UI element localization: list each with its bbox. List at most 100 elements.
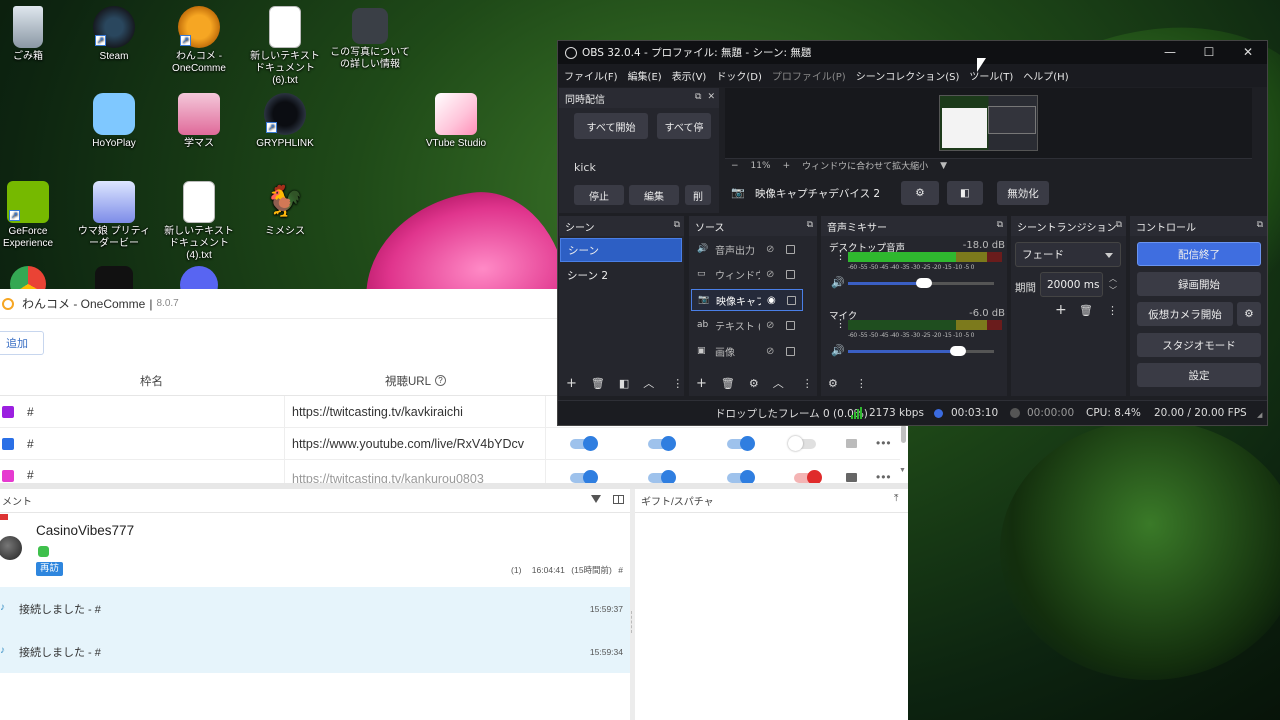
trash-icon[interactable]: 🗑	[591, 377, 605, 390]
chevron-up-icon[interactable]: ︿	[643, 375, 654, 391]
channel-color-swatch[interactable]	[2, 405, 14, 418]
zoom-in-button[interactable]: +	[783, 161, 791, 171]
channel-url[interactable]: https://www.youtube.com/live/RxV4bYDcv	[284, 428, 546, 459]
add-channel-button[interactable]: 追加	[0, 331, 44, 355]
channel-list-scrollbar[interactable]	[901, 425, 906, 443]
columns-icon[interactable]	[613, 495, 624, 504]
add-icon[interactable]: +	[696, 376, 707, 391]
pin-icon[interactable]: ⤒	[894, 493, 898, 504]
add-icon[interactable]: +	[566, 376, 577, 391]
channel-color-swatch[interactable]	[2, 470, 14, 482]
comment-icon[interactable]	[846, 439, 857, 448]
more-vertical-icon[interactable]: ⋮	[835, 318, 846, 329]
stop-button[interactable]: 停止	[574, 185, 624, 205]
source-item[interactable]: 🔊 音声出力 ⊘	[691, 238, 803, 260]
desktop-icon-gakumas[interactable]: 学マス	[159, 93, 239, 150]
volume-knob[interactable]	[949, 346, 966, 356]
start-all-button[interactable]: すべて開始	[574, 113, 648, 139]
volume-slider[interactable]	[848, 346, 994, 356]
scroll-down-icon[interactable]: ▼	[899, 467, 906, 474]
advanced-audio-icon[interactable]: ⚙	[828, 377, 838, 390]
desktop-icon-steam[interactable]: ↗ Steam	[74, 6, 154, 63]
lock-icon[interactable]	[786, 320, 795, 330]
chevron-up-icon[interactable]: ︿	[773, 375, 784, 391]
virtual-camera-settings-button[interactable]: ⚙	[1237, 302, 1261, 326]
channel-toggle[interactable]	[570, 470, 598, 483]
close-icon[interactable]: ✕	[707, 92, 715, 102]
filter-icon[interactable]	[591, 495, 601, 503]
more-vertical-icon[interactable]: ⋮	[802, 377, 813, 390]
duration-input[interactable]: 20000 ms	[1040, 272, 1103, 297]
channel-row[interactable]: # https://www.youtube.com/live/RxV4bYDcv…	[0, 428, 900, 460]
trash-icon[interactable]: 🗑	[1079, 304, 1093, 317]
fit-window-label[interactable]: ウィンドウに合わせて拡大縮小	[802, 159, 928, 172]
desktop-icon-onecomme[interactable]: ↗ わんコメ - OneComme	[159, 6, 239, 75]
desktop-icon-photo-info[interactable]: この写真についての詳しい情報	[330, 8, 410, 71]
float-icon[interactable]: ⧉	[997, 220, 1003, 230]
add-icon[interactable]: +	[1055, 302, 1067, 318]
obs-titlebar[interactable]: OBS 32.0.4 - プロファイル: 無題 - シーン: 無題 — ☐ ✕	[558, 41, 1267, 64]
start-virtual-camera-button[interactable]: 仮想カメラ開始	[1137, 302, 1233, 326]
channel-row[interactable]: # https://twitcasting.tv/kankurou0803 ••…	[0, 460, 900, 484]
minimize-icon[interactable]: —	[1160, 44, 1180, 60]
float-icon[interactable]: ⧉	[807, 220, 813, 230]
channel-color-swatch[interactable]	[2, 437, 14, 450]
channel-name[interactable]: #	[27, 468, 34, 482]
scene-item[interactable]: シーン	[560, 238, 682, 262]
comment-item[interactable]: CasinoVibes777 再訪 (1) 16:04:41 (15時間前) #	[0, 514, 630, 584]
menu-view[interactable]: 表示(V)	[672, 68, 707, 83]
float-icon[interactable]: ⧉	[695, 92, 701, 102]
eye-hidden-icon[interactable]: ⊘	[766, 320, 778, 331]
lock-icon[interactable]	[786, 244, 795, 254]
source-properties-button[interactable]: ⚙	[901, 181, 939, 205]
channel-url[interactable]: https://twitcasting.tv/kavkiraichi	[284, 396, 546, 427]
source-item[interactable]: ab テキスト ( ⊘	[691, 314, 803, 336]
source-item[interactable]: 📷 映像キャプ ◉	[691, 289, 803, 311]
desktop-icon-gryphlink[interactable]: ↗ GRYPHLINK	[245, 93, 325, 150]
eye-hidden-icon[interactable]: ⊘	[766, 244, 778, 255]
more-vertical-icon[interactable]: ⋮	[835, 250, 846, 261]
channel-toggle[interactable]	[727, 436, 755, 451]
source-filters-button[interactable]: ◧	[947, 181, 983, 205]
start-recording-button[interactable]: 録画開始	[1137, 272, 1261, 296]
source-item[interactable]: ▣ 画像 ⊘	[691, 340, 803, 362]
desktop-icon-geforce[interactable]: ↗ GeForce Experience	[0, 181, 68, 250]
duration-stepper[interactable]: ︿ ﹀	[1109, 273, 1117, 297]
chevron-down-icon[interactable]: ▼	[940, 161, 947, 171]
studio-mode-button[interactable]: スタジオモード	[1137, 333, 1261, 357]
settings-button[interactable]: 設定	[1137, 363, 1261, 387]
transition-select[interactable]: フェード	[1015, 242, 1121, 267]
desktop-icon-recycle-bin[interactable]: ごみ箱	[0, 6, 68, 63]
menu-profile[interactable]: プロファイル(P)	[772, 68, 846, 83]
channel-toggle[interactable]	[794, 470, 822, 483]
lock-icon[interactable]	[786, 269, 795, 279]
menu-scene-collection[interactable]: シーンコレクション(S)	[856, 68, 960, 83]
speaker-icon[interactable]: 🔊	[831, 344, 845, 357]
splitter-grip[interactable]	[631, 611, 633, 633]
delete-button[interactable]: 削	[685, 185, 711, 205]
menu-dock[interactable]: ドック(D)	[716, 68, 762, 83]
menu-help[interactable]: ヘルプ(H)	[1023, 68, 1068, 83]
more-vertical-icon[interactable]: ⋮	[672, 377, 683, 390]
eye-icon[interactable]: ◉	[767, 295, 779, 306]
gear-icon[interactable]: ⚙	[749, 377, 759, 390]
comment-icon[interactable]	[846, 473, 857, 482]
channel-toggle[interactable]	[727, 470, 755, 483]
channel-toggle[interactable]	[648, 470, 676, 483]
stop-all-button[interactable]: すべて停	[657, 113, 711, 139]
lock-icon[interactable]	[786, 346, 795, 356]
menu-tools[interactable]: ツール(T)	[969, 68, 1013, 83]
scene-item[interactable]: シーン 2	[560, 263, 682, 287]
avatar[interactable]	[0, 536, 22, 560]
lock-icon[interactable]	[787, 295, 796, 305]
eye-hidden-icon[interactable]: ⊘	[766, 346, 778, 357]
desktop-icon-umamusume[interactable]: ウマ娘 プリティーダービー	[74, 181, 154, 250]
stop-streaming-button[interactable]: 配信終了	[1137, 242, 1261, 266]
desktop-icon-mimesis[interactable]: 🐓 ミメシス	[245, 181, 325, 238]
help-icon[interactable]: ?	[435, 375, 447, 386]
more-vertical-icon[interactable]: ⋮	[856, 377, 867, 390]
maximize-icon[interactable]: ☐	[1199, 44, 1219, 60]
channel-toggle[interactable]	[788, 436, 816, 451]
source-item[interactable]: ▭ ウィンドウ ⊘	[691, 263, 803, 285]
close-icon[interactable]: ✕	[1238, 44, 1258, 60]
